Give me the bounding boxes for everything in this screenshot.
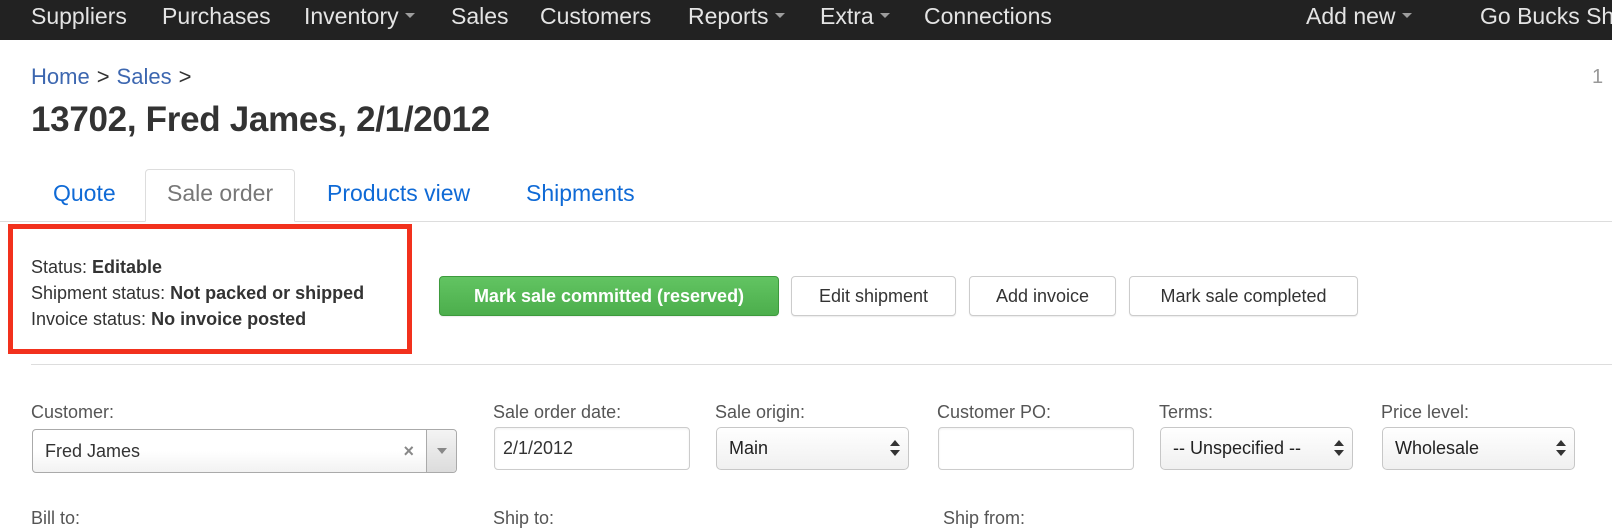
mark-completed-button[interactable]: Mark sale completed xyxy=(1129,276,1358,316)
tab-shipments[interactable]: Shipments xyxy=(526,170,635,222)
sale-origin-value: Main xyxy=(729,438,769,458)
nav-label: Customers xyxy=(540,3,652,29)
breadcrumb-separator: > xyxy=(178,64,192,89)
ship-to-label: Ship to: xyxy=(493,508,555,528)
chevron-down-icon xyxy=(774,13,785,19)
breadcrumb-home-link[interactable]: Home xyxy=(31,64,90,89)
tab-quote[interactable]: Quote xyxy=(53,170,116,222)
tab-products-view[interactable]: Products view xyxy=(327,170,470,222)
chevron-down-icon xyxy=(879,13,890,19)
section-divider xyxy=(31,364,1612,365)
shipment-status-value: Not packed or shipped xyxy=(170,283,365,303)
invoice-status-value: No invoice posted xyxy=(151,309,307,329)
nav-label: Inventory xyxy=(304,3,399,29)
customer-value: Fred James xyxy=(45,441,141,461)
price-level-value: Wholesale xyxy=(1395,438,1480,458)
customer-po-label: Customer PO: xyxy=(937,402,1052,422)
terms-value: -- Unspecified -- xyxy=(1173,438,1302,458)
sale-order-date-input[interactable]: 2/1/2012 xyxy=(494,427,690,470)
customer-label: Customer: xyxy=(31,402,115,422)
nav-inventory[interactable]: Inventory xyxy=(304,0,415,40)
sale-origin-label: Sale origin: xyxy=(715,402,806,422)
mark-committed-button[interactable]: Mark sale committed (reserved) xyxy=(439,276,779,316)
page-title: 13702, Fred James, 2/1/2012 xyxy=(31,100,490,139)
nav-account[interactable]: Go Bucks Sh xyxy=(1480,0,1612,40)
sale-order-date-label: Sale order date: xyxy=(493,402,622,422)
nav-add-new[interactable]: Add new xyxy=(1306,0,1412,40)
customer-select[interactable]: Fred James × xyxy=(32,429,457,473)
chevron-down-icon xyxy=(1401,13,1412,19)
nav-label: Connections xyxy=(924,3,1052,29)
tab-label: Sale order xyxy=(167,180,274,206)
nav-label: Extra xyxy=(820,3,874,29)
breadcrumb-separator: > xyxy=(96,64,110,89)
add-invoice-button[interactable]: Add invoice xyxy=(969,276,1116,316)
breadcrumb: Home > Sales > xyxy=(31,64,198,90)
nav-label: Reports xyxy=(688,3,769,29)
breadcrumb-sales-link[interactable]: Sales xyxy=(117,64,172,89)
select-arrows-icon xyxy=(890,438,900,458)
tab-sale-order[interactable]: Sale order xyxy=(145,169,296,222)
chevron-down-icon xyxy=(404,13,415,19)
sale-origin-select[interactable]: Main xyxy=(716,427,909,470)
nav-label: Add new xyxy=(1306,3,1396,29)
select-arrows-icon xyxy=(1556,438,1566,458)
bill-to-label: Bill to: xyxy=(31,508,81,528)
price-level-select[interactable]: Wholesale xyxy=(1382,427,1575,470)
clear-icon[interactable]: × xyxy=(403,430,414,472)
ship-from-label: Ship from: xyxy=(943,508,1026,528)
terms-label: Terms: xyxy=(1159,402,1213,422)
nav-suppliers[interactable]: Suppliers xyxy=(31,0,127,40)
nav-label: Suppliers xyxy=(31,3,127,29)
tab-label: Products view xyxy=(327,180,471,206)
nav-customers[interactable]: Customers xyxy=(540,0,651,40)
tab-label: Quote xyxy=(53,180,116,206)
nav-sales[interactable]: Sales xyxy=(451,0,509,40)
status-value: Editable xyxy=(92,257,163,277)
terms-select[interactable]: -- Unspecified -- xyxy=(1160,427,1353,470)
chevron-down-icon xyxy=(437,448,447,454)
select-arrows-icon xyxy=(1334,438,1344,458)
nav-label: Sales xyxy=(451,3,509,29)
status-label: Status: xyxy=(31,257,88,277)
nav-extra[interactable]: Extra xyxy=(820,0,890,40)
shipment-status-label: Shipment status: xyxy=(31,283,166,303)
tab-label: Shipments xyxy=(526,180,635,206)
nav-label: Go Bucks Sh xyxy=(1480,3,1612,29)
invoice-status-line: Invoice status: No invoice posted xyxy=(31,309,306,330)
status-line: Status: Editable xyxy=(31,257,162,278)
nav-purchases[interactable]: Purchases xyxy=(162,0,271,40)
top-navbar: Suppliers Purchases Inventory Sales Cust… xyxy=(0,0,1612,40)
price-level-label: Price level: xyxy=(1381,402,1470,422)
edit-shipment-button[interactable]: Edit shipment xyxy=(791,276,956,316)
customer-dropdown-toggle[interactable] xyxy=(426,430,456,472)
invoice-status-label: Invoice status: xyxy=(31,309,147,329)
shipment-status-line: Shipment status: Not packed or shipped xyxy=(31,283,364,304)
customer-po-input[interactable] xyxy=(938,427,1134,470)
page-number: 1 xyxy=(1592,66,1604,88)
nav-connections[interactable]: Connections xyxy=(924,0,1052,40)
nav-label: Purchases xyxy=(162,3,271,29)
nav-reports[interactable]: Reports xyxy=(688,0,785,40)
